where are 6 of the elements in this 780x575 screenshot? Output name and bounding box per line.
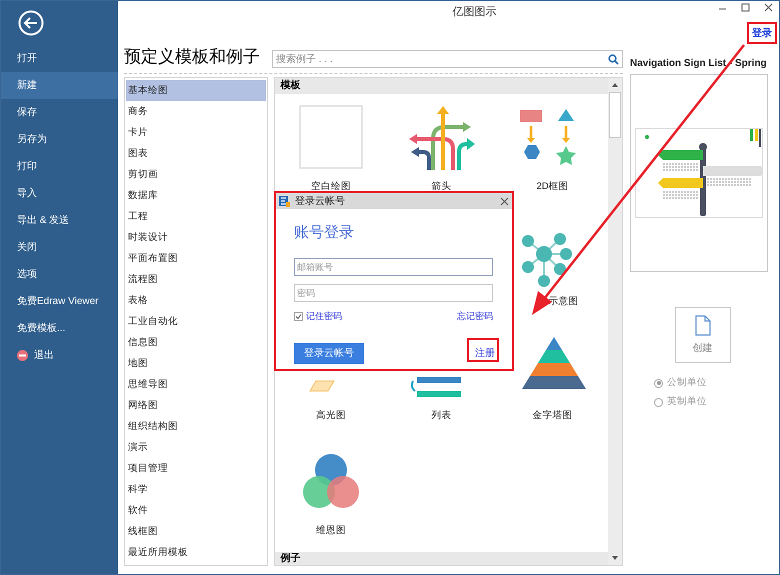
section-header: 模板 — [275, 78, 608, 94]
dialog-heading: 账号登录 — [294, 223, 355, 243]
section-header: 例子 — [275, 552, 608, 565]
dialog-title: 登录云帐号 — [295, 194, 346, 208]
page-heading: 预定义模板和例子 — [124, 46, 261, 68]
window-title: 亿图图示 — [452, 4, 496, 20]
